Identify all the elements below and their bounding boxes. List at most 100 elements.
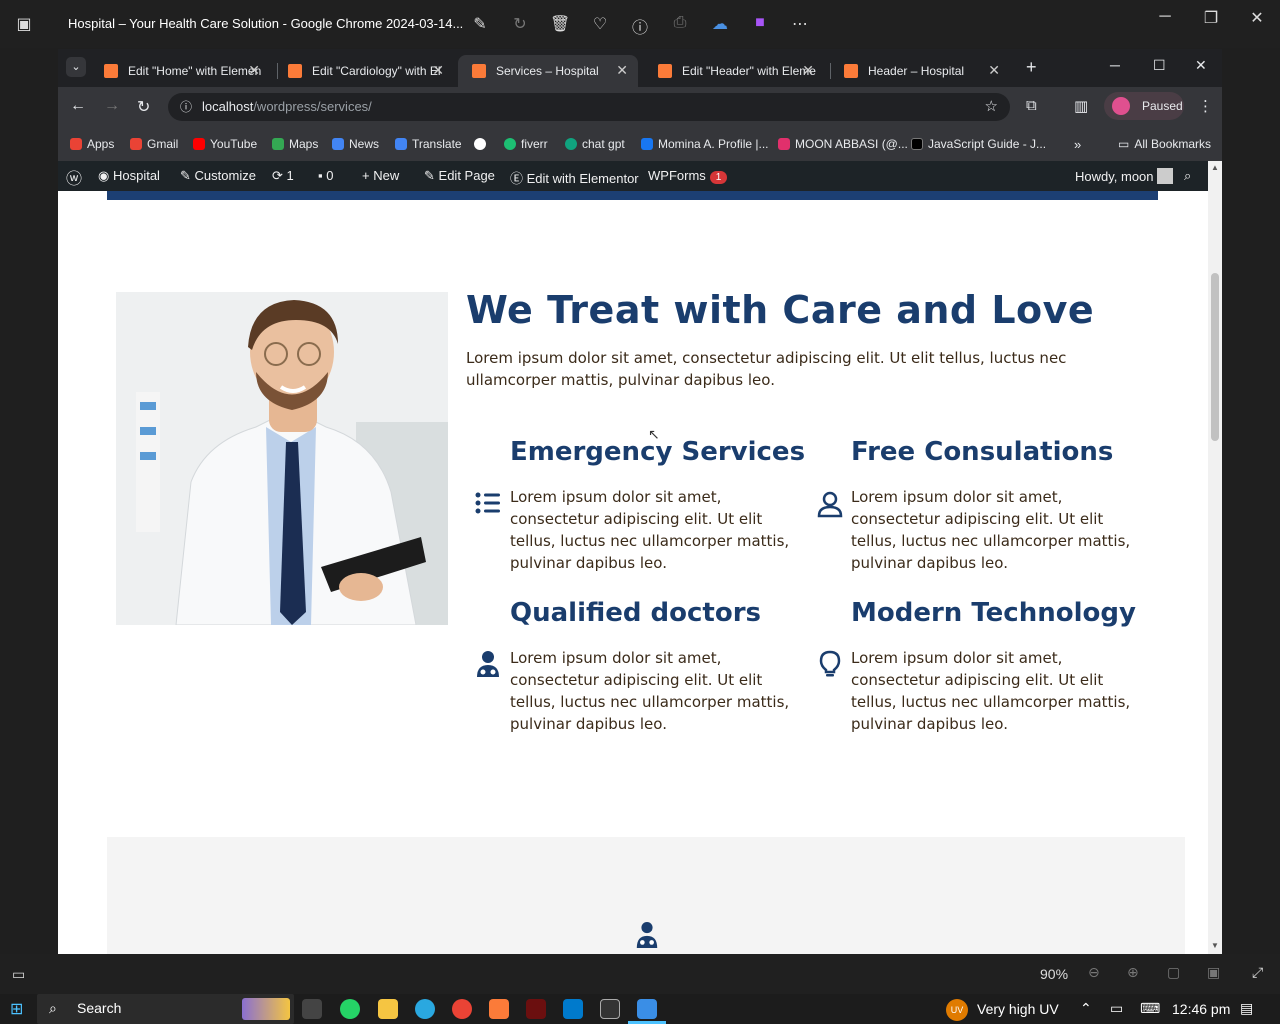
tab-close-icon[interactable]: ✕	[248, 62, 260, 79]
admin-new[interactable]: + New	[362, 168, 399, 183]
tab-close-icon[interactable]: ✕	[802, 62, 814, 79]
rotate-icon[interactable]: ↻	[510, 14, 530, 34]
admin-howdy[interactable]: Howdy, moon	[1075, 168, 1174, 184]
new-tab-icon[interactable]: +	[1026, 57, 1037, 78]
extensions-icon[interactable]: ⧉	[1026, 97, 1037, 114]
bookmark-chatgpt[interactable]: chat gpt	[565, 137, 625, 151]
taskbar-search-box[interactable]: ⌕ Search	[37, 994, 294, 1024]
print-icon[interactable]: ⎙	[670, 14, 690, 34]
favorite-icon[interactable]: ♡	[590, 14, 610, 34]
filmstrip-icon[interactable]: ▭	[12, 966, 25, 983]
actual-size-icon[interactable]: ▣	[1207, 964, 1220, 981]
clock-time[interactable]: 12:46 pm	[1172, 1001, 1230, 1017]
all-bookmarks[interactable]: ▭ All Bookmarks	[1118, 137, 1211, 151]
scroll-down-icon[interactable]: ▼	[1211, 941, 1219, 950]
bookmark-moon-abbasi[interactable]: MOON ABBASI (@...	[778, 137, 908, 151]
chrome-menu-icon[interactable]: ⋮	[1198, 97, 1213, 115]
bookmark-youtube[interactable]: YouTube	[193, 137, 257, 151]
address-bar[interactable]: ⓘ localhost/wordpress/services/ ☆	[168, 93, 1010, 121]
back-icon[interactable]: ←	[70, 97, 86, 115]
tab-edit-home[interactable]: Edit "Home" with Elemen ✕	[90, 55, 270, 87]
tab-search-chevron-icon[interactable]: ⌄	[66, 57, 86, 77]
edit-icon[interactable]: ✎	[470, 14, 490, 34]
tab-services-hospital[interactable]: Services – Hospital ✕	[458, 55, 638, 87]
xampp-icon[interactable]	[489, 999, 509, 1019]
wordpress-logo-icon[interactable]: ⓦ	[66, 165, 82, 189]
uv-weather-icon[interactable]: UV	[946, 999, 968, 1021]
bookmark-news[interactable]: News	[332, 137, 379, 151]
page-scrollbar[interactable]: ▲ ▼	[1208, 161, 1222, 954]
page-viewport: We Treat with Care and Love Lorem ipsum …	[58, 191, 1208, 954]
site-info-icon[interactable]: ⓘ	[180, 98, 192, 115]
search-highlight-image	[242, 998, 290, 1020]
task-view-icon[interactable]	[302, 999, 322, 1019]
profile-paused-button[interactable]: Paused	[1104, 92, 1184, 120]
tab-close-icon[interactable]: ✕	[432, 62, 444, 79]
admin-site-link[interactable]: ◉ Hospital	[98, 168, 160, 184]
admin-customize[interactable]: ✎ Customize	[180, 168, 256, 184]
bookmark-javascript-guide[interactable]: JavaScript Guide - J...	[911, 137, 1046, 151]
chrome-minimize-icon[interactable]: ─	[1110, 57, 1120, 73]
admin-updates[interactable]: ⟳ 1	[272, 168, 294, 184]
minimize-icon[interactable]: ─	[1150, 8, 1180, 26]
zoom-out-icon[interactable]: ⊖	[1088, 964, 1100, 981]
hospital-favicon-icon	[844, 64, 858, 78]
app-icon[interactable]	[600, 999, 620, 1019]
close-icon[interactable]: ✕	[1242, 8, 1272, 28]
file-explorer-icon[interactable]	[378, 999, 398, 1019]
tab-header-hospital[interactable]: Header – Hospital ✕	[830, 55, 1010, 87]
wp-admin-bar: ⓦ ◉ Hospital ✎ Customize ⟳ 1 ▪ 0 + New ✎…	[58, 161, 1208, 191]
tab-close-icon[interactable]: ✕	[988, 62, 1000, 79]
admin-elementor[interactable]: Ⓔ Edit with Elementor	[510, 168, 639, 187]
bookmark-google[interactable]	[474, 137, 491, 151]
clipchamp-icon[interactable]: ■	[750, 14, 770, 34]
tab-label: Edit "Header" with Eleme	[682, 64, 816, 78]
notifications-icon[interactable]: ▤	[1240, 1000, 1253, 1017]
scroll-up-icon[interactable]: ▲	[1211, 163, 1219, 172]
bookmark-maps[interactable]: Maps	[272, 137, 318, 151]
restore-icon[interactable]: ❐	[1196, 8, 1226, 28]
fullscreen-icon[interactable]: ⤢	[1252, 964, 1263, 981]
weather-label[interactable]: Very high UV	[977, 1001, 1059, 1017]
side-panel-icon[interactable]: ▥	[1074, 97, 1088, 115]
info-icon[interactable]: ⓘ	[630, 14, 650, 37]
dashboard-icon: ◉	[98, 168, 110, 183]
delete-icon[interactable]: 🗑	[550, 14, 570, 34]
battery-icon[interactable]: ▭	[1110, 1000, 1123, 1017]
tab-edit-cardiology[interactable]: Edit "Cardiology" with El ✕	[274, 55, 454, 87]
photos-app-icon: ▣	[16, 16, 32, 33]
bookmark-star-icon[interactable]: ☆	[985, 97, 998, 115]
chrome-close-icon[interactable]: ✕	[1195, 57, 1207, 74]
bookmark-apps[interactable]: Apps	[70, 137, 114, 151]
browser-toolbar: ← → ↻ ⓘ localhost/wordpress/services/ ☆ …	[58, 87, 1222, 127]
chrome-icon[interactable]	[452, 999, 472, 1019]
vscode-icon[interactable]	[563, 999, 583, 1019]
edge-icon[interactable]	[415, 999, 435, 1019]
admin-comments[interactable]: ▪ 0	[318, 168, 333, 183]
onedrive-icon[interactable]: ☁	[710, 14, 730, 34]
tab-close-icon[interactable]: ✕	[616, 62, 628, 79]
scrollbar-thumb[interactable]	[1211, 273, 1219, 441]
tab-label: Edit "Cardiology" with El	[312, 64, 441, 78]
bookmark-translate[interactable]: Translate	[395, 137, 462, 151]
illustrator-icon[interactable]	[526, 999, 546, 1019]
whatsapp-icon[interactable]	[340, 999, 360, 1019]
keyboard-icon[interactable]: ⌨	[1140, 1000, 1160, 1017]
bookmark-gmail[interactable]: Gmail	[130, 137, 178, 151]
admin-edit-page[interactable]: ✎ Edit Page	[424, 168, 495, 184]
forward-icon[interactable]: →	[104, 97, 120, 115]
chrome-maximize-icon[interactable]: ☐	[1153, 57, 1166, 74]
photos-app-icon[interactable]	[637, 999, 657, 1019]
admin-wpforms[interactable]: WPForms 1	[648, 168, 728, 184]
more-icon[interactable]: ⋯	[790, 14, 810, 34]
reload-icon[interactable]: ↻	[137, 97, 150, 117]
fit-window-icon[interactable]: ▢	[1167, 964, 1180, 981]
bookmark-momina[interactable]: Momina A. Profile |...	[641, 137, 769, 151]
zoom-in-icon[interactable]: ⊕	[1127, 964, 1139, 981]
bookmark-fiverr[interactable]: fiverr	[504, 137, 548, 151]
more-bookmarks-icon[interactable]: »	[1074, 137, 1081, 152]
admin-search-icon[interactable]: ⌕	[1184, 168, 1191, 184]
tab-edit-header[interactable]: Edit "Header" with Eleme ✕	[644, 55, 824, 87]
tray-chevron-icon[interactable]: ⌃	[1080, 1000, 1092, 1017]
windows-start-icon[interactable]: ⊞	[10, 999, 23, 1019]
